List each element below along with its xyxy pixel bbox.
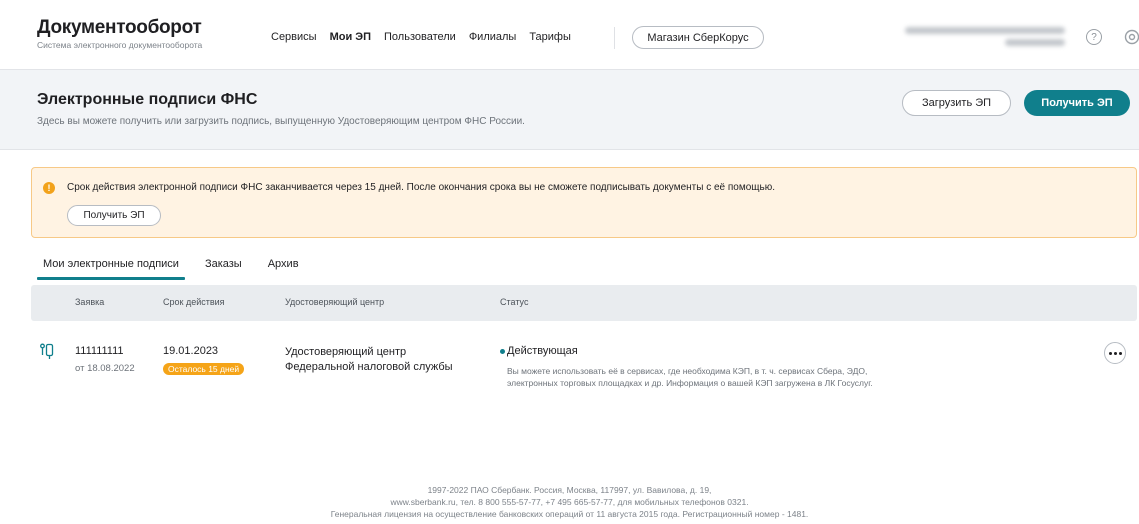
tab-orders[interactable]: Заказы: [199, 258, 248, 280]
request-number: 111111111: [75, 345, 124, 357]
upload-signature-button[interactable]: Загрузить ЭП: [902, 90, 1011, 116]
user-org-blurred: [1005, 39, 1065, 46]
table-header: Заявка Срок действия Удостоверяющий цент…: [31, 285, 1137, 321]
logo-subtitle: Система электронного документооборота: [37, 40, 203, 50]
ca-line-2: Федеральной налоговой службы: [285, 361, 453, 373]
expiry-warning-banner: ! Срок действия электронной подписи ФНС …: [31, 167, 1137, 238]
nav-item-tariffs[interactable]: Тарифы: [529, 31, 571, 43]
expiry-date: 19.01.2023: [163, 345, 219, 357]
warning-get-signature-button[interactable]: Получить ЭП: [67, 205, 161, 226]
footer-line-1: 1997-2022 ПАО Сбербанк. Россия, Москва, …: [427, 485, 712, 495]
footer-line-2: www.sberbank.ru, тел. 8 800 555-57-77, +…: [390, 497, 749, 507]
page-description: Здесь вы можете получить или загрузить п…: [37, 116, 525, 127]
get-signature-button[interactable]: Получить ЭП: [1024, 90, 1130, 116]
main-nav: Сервисы Мои ЭП Пользователи Филиалы Тари…: [271, 31, 584, 43]
store-button[interactable]: Магазин СберКорус: [632, 26, 764, 49]
nav-item-users[interactable]: Пользователи: [384, 31, 456, 43]
column-header-status: Статус: [500, 297, 529, 307]
warning-icon: !: [43, 182, 55, 194]
status-label: Действующая: [507, 345, 578, 357]
help-icon[interactable]: ?: [1086, 29, 1102, 45]
warning-text: Срок действия электронной подписи ФНС за…: [67, 182, 776, 193]
column-header-request: Заявка: [75, 297, 105, 307]
nav-item-my-signatures[interactable]: Мои ЭП: [330, 31, 371, 43]
status-dot-icon: [500, 349, 505, 354]
column-header-validity: Срок действия: [163, 297, 225, 307]
status-note: Вы можете использовать её в сервисах, гд…: [507, 366, 873, 388]
nav-item-branches[interactable]: Филиалы: [469, 31, 517, 43]
more-dots-icon: [1108, 351, 1122, 355]
footer-line-3: Генеральная лицензия на осуществление ба…: [330, 509, 809, 519]
page-title-band: Электронные подписи ФНС Здесь вы можете …: [0, 70, 1139, 150]
nav-item-services[interactable]: Сервисы: [271, 31, 317, 43]
app-logo[interactable]: Документооборот Система электронного док…: [37, 17, 203, 51]
user-account-blurred[interactable]: [905, 27, 1065, 46]
user-name-blurred: [905, 27, 1065, 34]
logo-title: Документооборот: [37, 17, 202, 38]
table-row[interactable]: 111111111 от 18.08.2022 19.01.2023 Остал…: [31, 321, 1137, 421]
certificate-authority: Удостоверяющий центр Федеральной налогов…: [285, 345, 453, 375]
tab-my-signatures[interactable]: Мои электронные подписи: [37, 258, 185, 280]
tabs: Мои электронные подписи Заказы Архив: [37, 258, 319, 280]
eye-icon[interactable]: [1124, 29, 1139, 45]
more-actions-button[interactable]: [1104, 342, 1126, 364]
nav-divider: [614, 27, 615, 49]
page-title: Электронные подписи ФНС: [37, 91, 258, 108]
footer: 1997-2022 ПАО Сбербанк. Россия, Москва, …: [0, 484, 1139, 520]
tab-archive[interactable]: Архив: [262, 258, 305, 280]
request-date: от 18.08.2022: [75, 363, 135, 374]
ca-line-1: Удостоверяющий центр: [285, 346, 407, 358]
top-header: Документооборот Система электронного док…: [0, 0, 1139, 70]
usb-token-icon: [40, 343, 54, 359]
column-header-ca: Удостоверяющий центр: [285, 297, 385, 307]
remaining-days-badge: Осталось 15 дней: [163, 363, 245, 375]
